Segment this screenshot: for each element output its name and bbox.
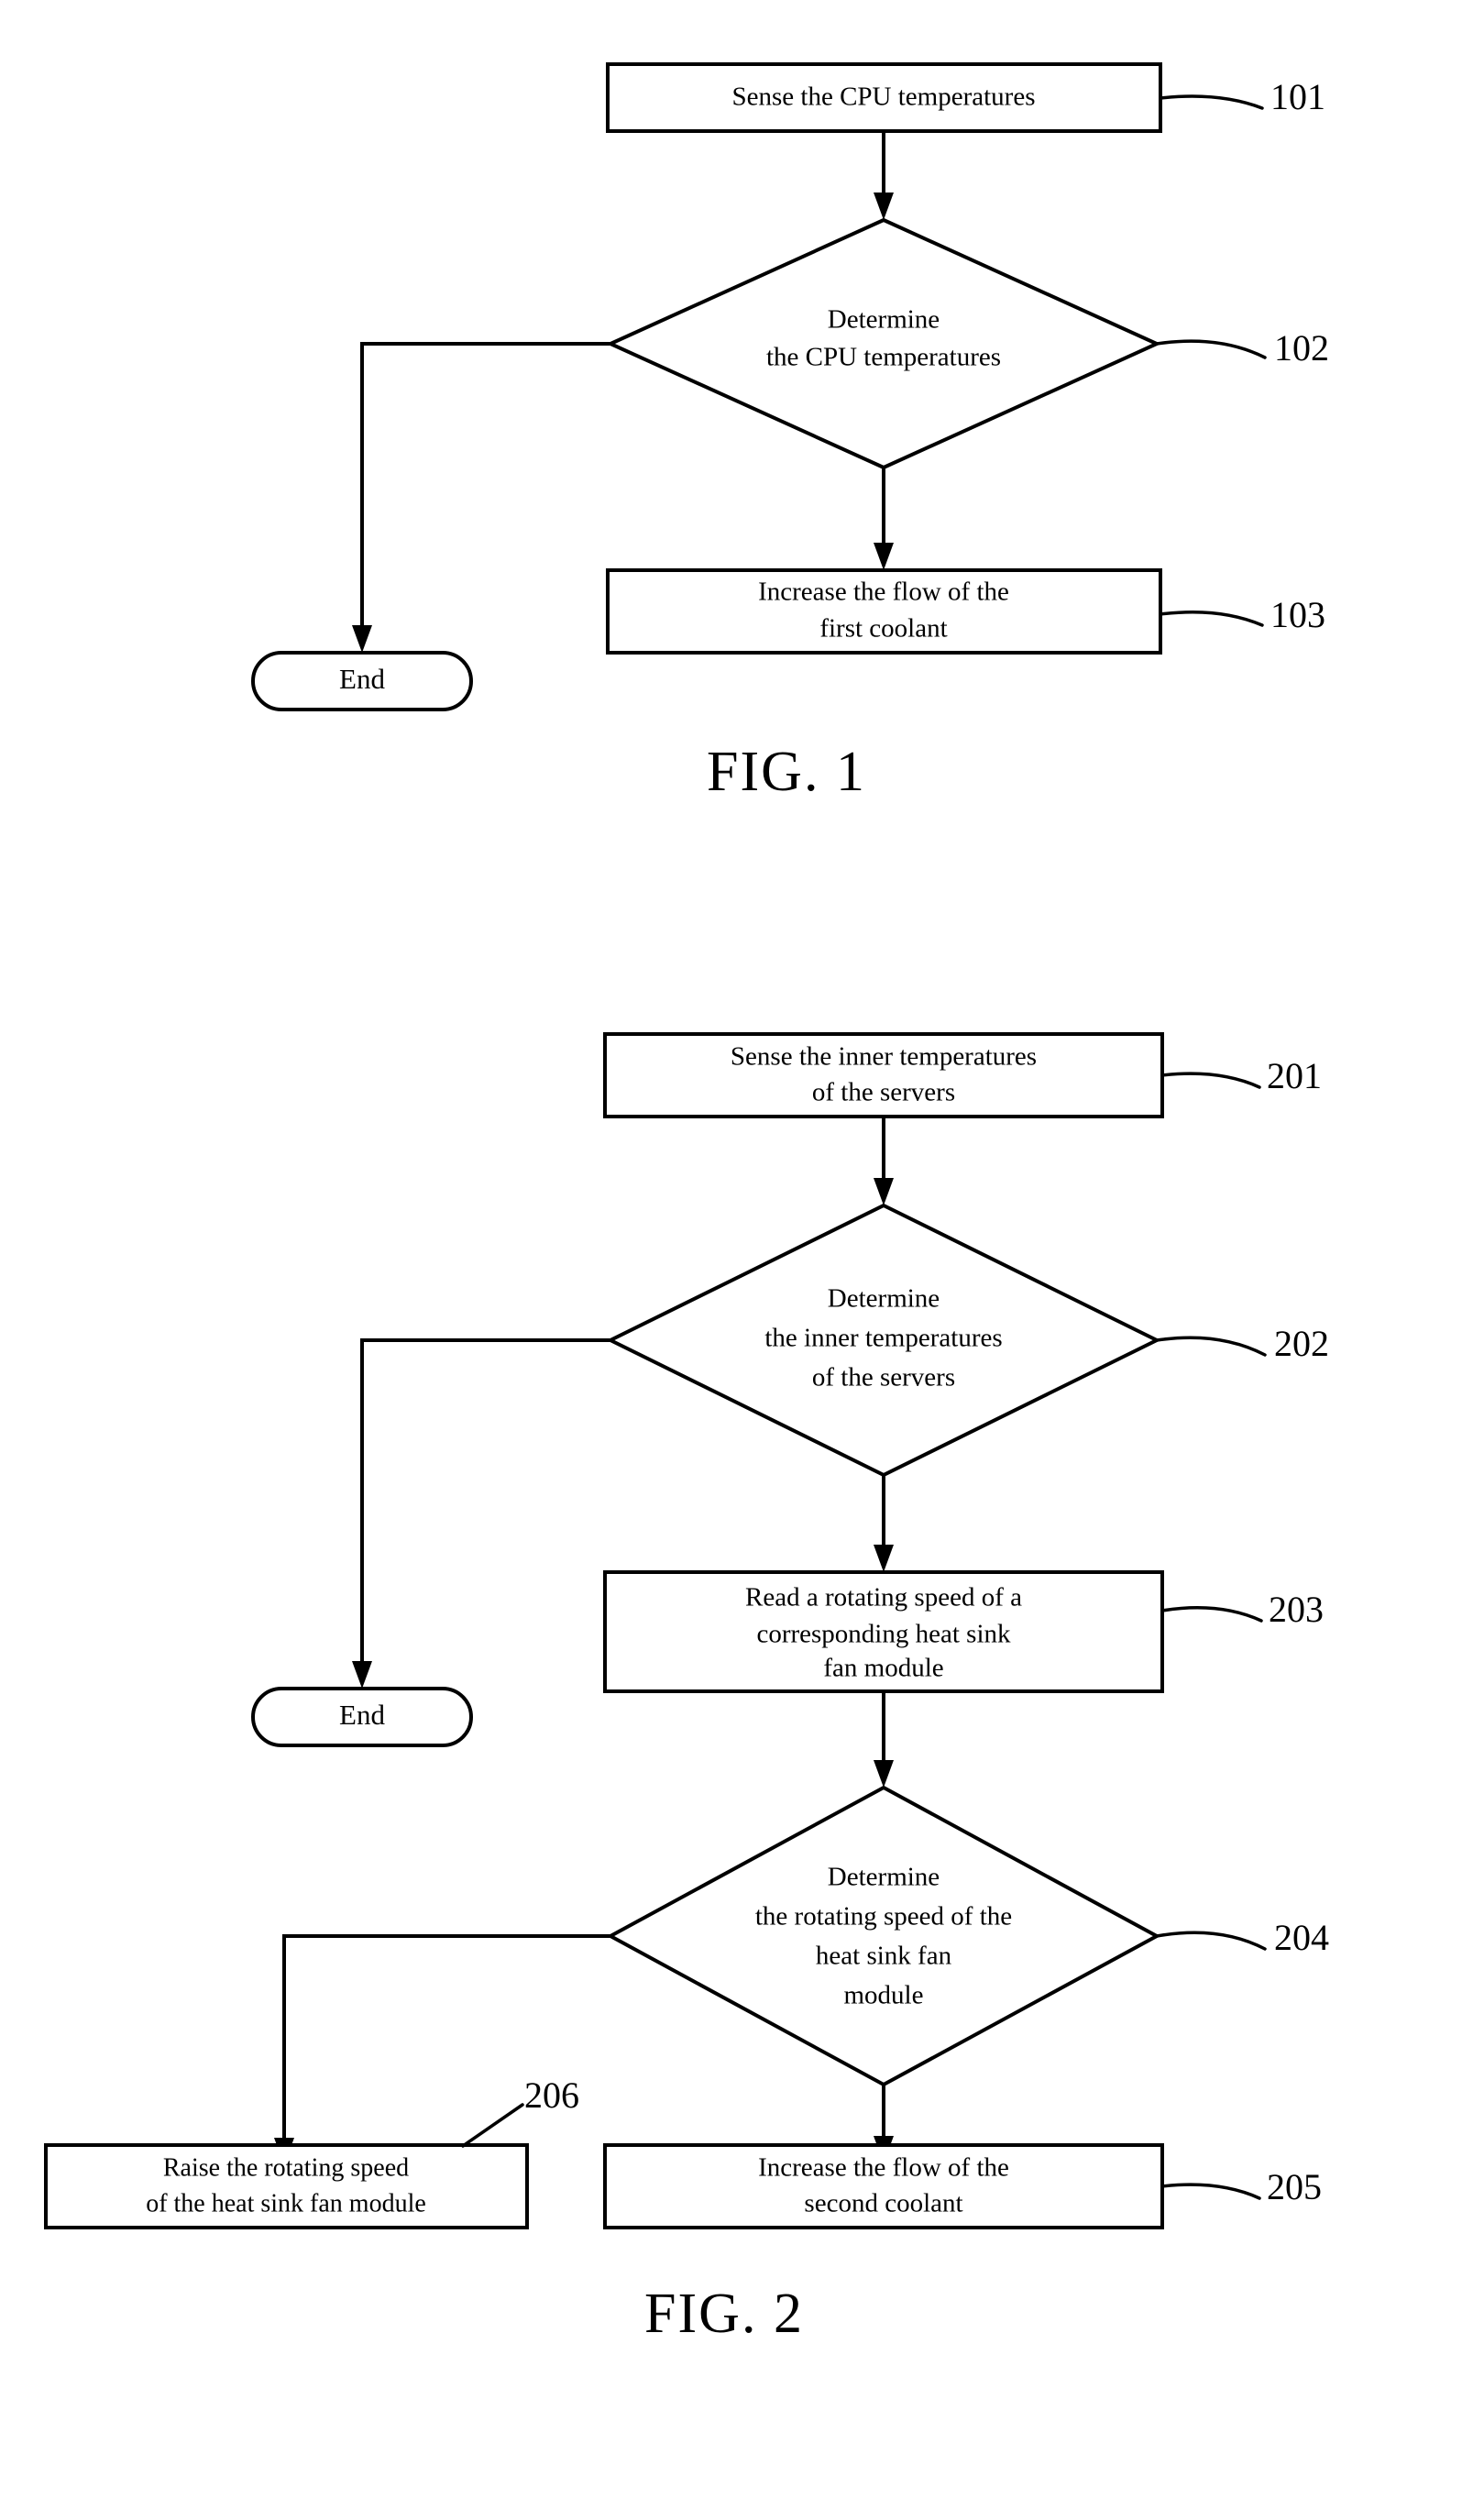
arrowhead-203-to-204: [874, 1760, 894, 1788]
node-204-label-line4: module: [844, 1981, 924, 2010]
node-202-label-line2: the inner temperatures: [764, 1324, 1002, 1353]
arrowhead-202-to-203: [874, 1545, 894, 1572]
node-204-diamond[interactable]: [606, 1785, 1161, 2087]
node-203-label-line3: fan module: [823, 1654, 943, 1683]
node-204-label-line2: the rotating speed of the: [755, 1902, 1012, 1931]
leader-102: [1155, 339, 1267, 359]
node-end-1-label: End: [339, 663, 385, 695]
node-205-label-line1: Increase the flow of the: [758, 2153, 1009, 2183]
node-102-label-line2: the CPU temperatures: [766, 343, 1001, 372]
arrowhead-202-to-end: [352, 1661, 372, 1689]
node-205-label-line2: second coolant: [804, 2189, 962, 2218]
leader-203: [1160, 1606, 1263, 1623]
figure-2-caption: FIG. 2: [644, 2283, 804, 2345]
node-103-label-line2: first coolant: [819, 614, 947, 644]
node-202-label-line1: Determine: [828, 1284, 940, 1314]
arrowhead-102-to-103: [874, 543, 894, 570]
ref-numeral-206: 206: [524, 2074, 579, 2116]
arrowhead-201-to-202: [874, 1178, 894, 1205]
arrowhead-102-to-end: [352, 625, 372, 653]
node-201-label-line2: of the servers: [812, 1078, 955, 1107]
arrowhead-101-to-102: [874, 193, 894, 220]
node-201-label-line1: Sense the inner temperatures: [731, 1042, 1037, 1072]
leader-204: [1155, 1931, 1267, 1951]
node-end-2-label: End: [339, 1699, 385, 1731]
node-206-label-line1: Raise the rotating speed: [163, 2153, 409, 2182]
connector-102-to-end: [360, 342, 610, 628]
leader-101: [1159, 94, 1264, 110]
leader-205: [1160, 2183, 1261, 2200]
leader-103: [1159, 610, 1264, 627]
node-202-label-line3: of the servers: [812, 1363, 955, 1392]
ref-numeral-202: 202: [1274, 1323, 1329, 1364]
node-101-label-line1: Sense the CPU temperatures: [731, 83, 1035, 112]
leader-206: [461, 2103, 524, 2148]
ref-numeral-203: 203: [1269, 1589, 1324, 1630]
patent-drawing-sheet: Sense the CPU temperatures 101 Determine…: [0, 0, 1484, 2520]
ref-numeral-103: 103: [1270, 594, 1325, 635]
ref-numeral-101: 101: [1270, 76, 1325, 117]
leader-201: [1160, 1072, 1261, 1089]
ref-numeral-201: 201: [1267, 1055, 1322, 1096]
node-204-label-line1: Determine: [828, 1863, 940, 1892]
node-102-label-line1: Determine: [828, 305, 940, 335]
flowchart-canvas: Sense the CPU temperatures 101 Determine…: [44, 62, 1329, 2345]
node-204-label-line3: heat sink fan: [816, 1942, 952, 1971]
connector-202-to-end: [360, 1338, 610, 1664]
ref-numeral-204: 204: [1274, 1917, 1329, 1958]
node-203-label-line2: corresponding heat sink: [756, 1620, 1011, 1649]
node-103-label-line1: Increase the flow of the: [758, 578, 1009, 607]
ref-numeral-205: 205: [1267, 2166, 1322, 2207]
node-203-label-line1: Read a rotating speed of a: [745, 1583, 1022, 1612]
ref-numeral-102: 102: [1274, 327, 1329, 369]
leader-202: [1155, 1336, 1267, 1357]
node-206-label-line2: of the heat sink fan module: [146, 2189, 426, 2217]
figure-1-caption: FIG. 1: [707, 741, 866, 803]
